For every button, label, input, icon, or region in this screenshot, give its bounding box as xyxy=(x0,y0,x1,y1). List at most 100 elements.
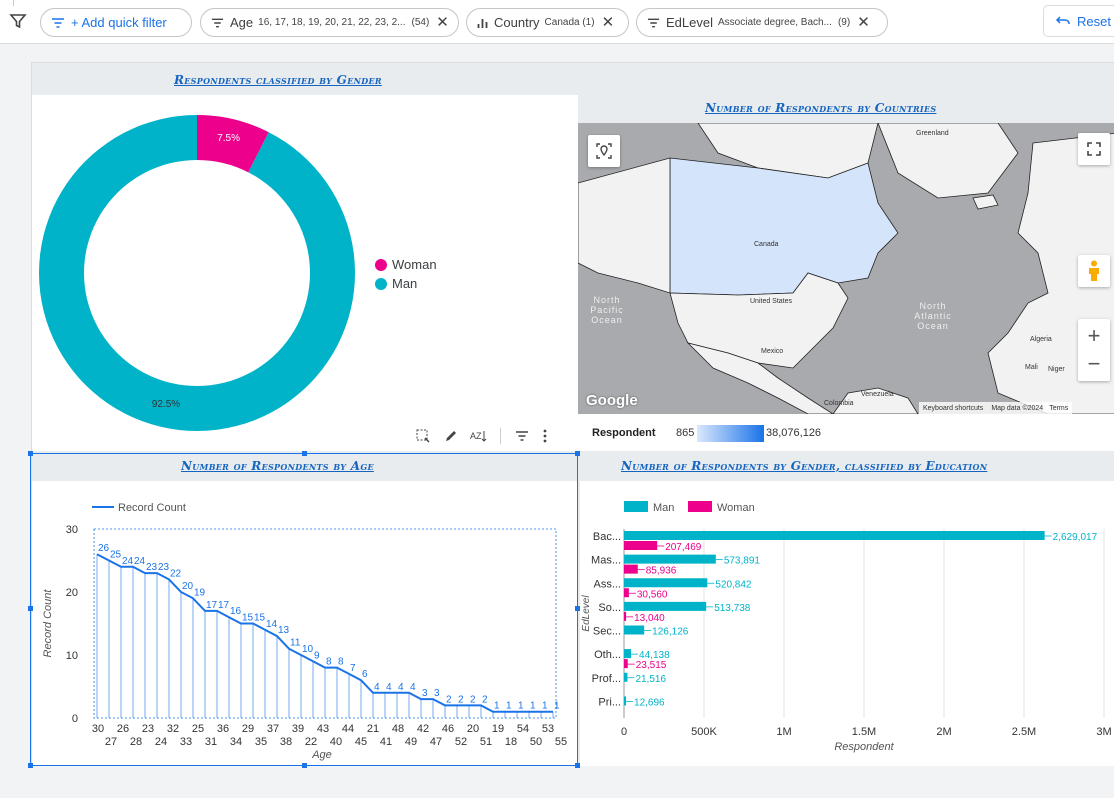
scale-gradient xyxy=(697,425,764,442)
bar-man[interactable] xyxy=(624,601,707,611)
add-quick-filter-button[interactable]: + Add quick filter xyxy=(40,8,192,37)
data-label: 21,516 xyxy=(635,674,666,685)
bar-man[interactable] xyxy=(624,696,627,706)
bar-woman[interactable] xyxy=(624,659,628,669)
fullscreen-button[interactable] xyxy=(1078,133,1110,165)
gender-donut-chart[interactable]: 7.5% 92.5% xyxy=(32,95,578,451)
sort-az-icon[interactable]: AZ xyxy=(470,429,488,443)
select-icon[interactable] xyxy=(416,429,430,443)
x-tick-label: 3M xyxy=(1096,726,1111,738)
close-icon[interactable]: ✕ xyxy=(857,15,870,30)
bar-man[interactable] xyxy=(624,554,716,564)
chip-count: (54) xyxy=(411,17,430,28)
data-label: 12,696 xyxy=(634,697,665,708)
street-view-button[interactable] xyxy=(1078,255,1110,287)
more-vert-icon[interactable] xyxy=(543,429,547,443)
data-label: 520,842 xyxy=(715,579,752,590)
map-label-colombia: Colombia xyxy=(824,400,854,407)
legend-label: Man xyxy=(392,276,418,291)
chart-toolbar: AZ xyxy=(416,428,547,444)
filter-icon[interactable] xyxy=(9,12,27,30)
reset-label: Reset xyxy=(1077,13,1111,29)
legend-swatch xyxy=(375,277,387,290)
resize-handle[interactable] xyxy=(28,451,33,456)
x-tick-label: 0 xyxy=(621,726,627,738)
map-label-north-pacific: North Pacific Ocean xyxy=(590,295,624,325)
y-axis-label: EdLevel xyxy=(581,595,592,632)
google-logo: Google xyxy=(586,392,638,409)
legend-item-man[interactable]: Man xyxy=(375,276,417,291)
scale-max: 38,076,126 xyxy=(766,427,822,439)
bar-woman[interactable] xyxy=(624,611,627,621)
bar-man[interactable] xyxy=(624,531,1045,540)
legend-item-woman[interactable]: Woman xyxy=(375,257,437,272)
legend-label: Woman xyxy=(717,502,755,514)
reset-button[interactable]: Reset xyxy=(1043,5,1114,37)
map-label-mexico: Mexico xyxy=(761,348,784,355)
filter-lines-icon xyxy=(647,18,660,27)
y-tick-label: Prof... xyxy=(592,673,621,685)
quick-filter-label: + Add quick filter xyxy=(71,15,167,30)
filter-lines-icon[interactable] xyxy=(515,431,529,441)
resize-handle[interactable] xyxy=(28,606,33,611)
age-filter-chip[interactable]: Age 16, 17, 18, 19, 20, 21, 22, 23, 2...… xyxy=(200,8,459,37)
y-tick-label: Bac... xyxy=(593,531,621,543)
map-label-us: United States xyxy=(750,298,793,305)
legend-label: Woman xyxy=(392,257,437,272)
legend-swatch-man xyxy=(624,501,648,512)
data-label: 573,891 xyxy=(724,556,761,567)
zoom-in-icon[interactable]: + xyxy=(1088,322,1101,350)
map-label-mali: Mali xyxy=(1025,364,1038,371)
x-tick-label: 2M xyxy=(936,726,951,738)
data-label: 126,126 xyxy=(652,627,689,638)
pencil-icon[interactable] xyxy=(444,429,458,443)
y-tick-label: Ass... xyxy=(593,578,621,590)
location-pin-icon xyxy=(596,143,612,159)
fullscreen-icon xyxy=(1087,142,1101,156)
x-tick-label: 1.5M xyxy=(852,726,876,738)
chip-count: (9) xyxy=(837,17,851,28)
bar-woman[interactable] xyxy=(624,564,638,574)
chip-value: Canada (1) xyxy=(544,17,595,28)
y-tick-label: So... xyxy=(598,602,621,614)
filter-lines-icon xyxy=(52,17,64,28)
divider xyxy=(500,428,501,444)
x-axis-label: Respondent xyxy=(834,741,894,753)
divider xyxy=(13,0,14,6)
bar-woman[interactable] xyxy=(624,588,629,598)
country-filter-chip[interactable]: Country Canada (1) ✕ xyxy=(466,8,629,37)
keyboard-shortcuts-link[interactable]: Keyboard shortcuts xyxy=(923,405,983,412)
y-tick-label: Pri... xyxy=(598,696,621,708)
edlevel-filter-chip[interactable]: EdLevel Associate degree, Bach... (9) ✕ xyxy=(636,8,888,37)
terms-link[interactable]: Terms xyxy=(1049,405,1068,412)
pie-slice-man[interactable] xyxy=(39,115,356,431)
bar-man[interactable] xyxy=(624,578,708,588)
resize-handle[interactable] xyxy=(28,763,33,768)
geo-map[interactable]: Greenland Canada United States Mexico Co… xyxy=(578,123,1114,414)
map-label-greenland: Greenland xyxy=(916,130,949,137)
bar-man[interactable] xyxy=(624,625,645,635)
zoom-out-icon[interactable]: − xyxy=(1088,350,1101,378)
map-footer: Keyboard shortcuts Map data ©2024 Terms xyxy=(919,402,1073,414)
bar-woman[interactable] xyxy=(624,541,658,550)
map-data-label: Map data ©2024 xyxy=(991,404,1044,412)
resize-handle[interactable] xyxy=(575,451,580,456)
chip-value: Associate degree, Bach... xyxy=(717,17,832,28)
map-label-canada: Canada xyxy=(754,241,779,248)
slice-label: 7.5% xyxy=(217,133,240,144)
pegman-icon xyxy=(1089,260,1099,281)
data-label: 2,629,017 xyxy=(1053,532,1098,543)
legend-swatch-woman xyxy=(688,501,712,512)
close-icon[interactable]: ✕ xyxy=(602,15,615,30)
gender-chart-title: Respondents classified by Gender xyxy=(174,73,382,87)
bar-man[interactable] xyxy=(624,672,628,682)
filter-bar: + Add quick filter Age 16, 17, 18, 19, 2… xyxy=(0,0,1114,44)
y-tick-label: Mas... xyxy=(591,555,621,567)
data-label: 513,738 xyxy=(714,603,751,614)
edu-bar-chart[interactable]: Man Woman 0 500K 1M 1.5M 2M 2.5M 3M Respondent EdL… xyxy=(580,481,1114,766)
location-button[interactable] xyxy=(588,135,620,167)
bar-man[interactable] xyxy=(624,649,632,659)
resize-handle[interactable] xyxy=(302,451,307,456)
close-icon[interactable]: ✕ xyxy=(436,15,449,30)
resize-handle[interactable] xyxy=(302,763,307,768)
